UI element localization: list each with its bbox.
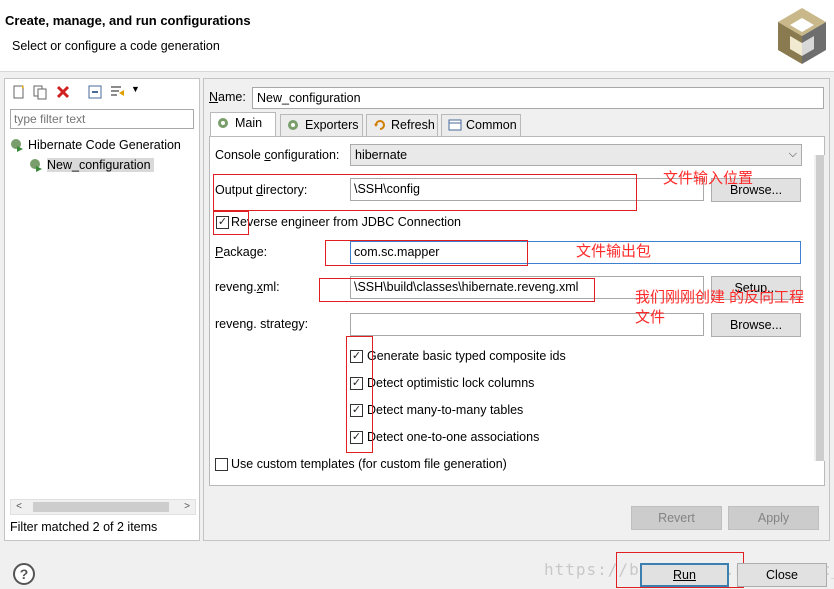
annotation-output-text: 文件输入位置: [663, 170, 754, 187]
tab-refresh[interactable]: Refresh: [366, 114, 438, 136]
collapse-all-icon[interactable]: [87, 84, 103, 100]
optimistic-lock-label: Detect optimistic lock columns: [367, 376, 535, 390]
filter-status-text: Filter matched 2 of 2 items: [10, 520, 158, 534]
chevron-down-icon[interactable]: ⌵: [789, 148, 797, 161]
tab-label: Main: [235, 116, 263, 130]
custom-templates-checkbox[interactable]: [215, 458, 228, 471]
common-icon: [448, 119, 462, 131]
console-config-select[interactable]: hibernate ⌵: [350, 144, 802, 166]
tab-main[interactable]: Main: [210, 112, 276, 136]
annotation-reveng-text-2: 文件: [635, 309, 666, 326]
tab-exporters[interactable]: Exporters: [280, 114, 363, 136]
tree-item-new-configuration[interactable]: New_configuration: [29, 156, 154, 174]
tree-item-label: New_configuration: [47, 158, 154, 172]
refresh-icon: [374, 120, 385, 130]
one-to-one-label: Detect one-to-one associations: [367, 430, 540, 444]
main-config-icon: [218, 118, 228, 128]
annotation-box-package: [325, 240, 528, 266]
hibernate-config-icon: [30, 159, 42, 172]
run-label: Run: [673, 568, 696, 582]
annotation-box-reverse: [213, 211, 249, 235]
view-menu-icon[interactable]: ▼: [131, 84, 140, 94]
tree-item-label: Hibernate Code Generation: [28, 138, 181, 152]
dialog-title: Create, manage, and run configurations: [5, 13, 251, 28]
name-field[interactable]: New_configuration: [252, 87, 824, 109]
dialog-subtitle: Select or configure a code generation: [12, 39, 220, 53]
annotation-box-checkboxes: [346, 336, 373, 453]
hibernate-logo-icon: [778, 8, 826, 64]
custom-templates-label: Use custom templates (for custom file ge…: [231, 457, 507, 471]
composite-ids-label: Generate basic typed composite ids: [367, 349, 566, 363]
annotation-box-output: [213, 174, 637, 211]
scrollbar-thumb[interactable]: [816, 155, 824, 461]
hibernate-run-icon: [11, 139, 23, 152]
annotation-package-text: 文件输出包: [576, 243, 652, 260]
filter-input[interactable]: [10, 109, 194, 129]
tab-label: Refresh: [391, 118, 435, 132]
new-launch-config-icon[interactable]: [11, 84, 27, 100]
help-icon[interactable]: ?: [13, 563, 35, 585]
dialog-header: Create, manage, and run configurations S…: [0, 0, 834, 72]
run-button[interactable]: Run: [640, 563, 729, 587]
package-label: Package:: [215, 245, 268, 259]
strategy-browse-button[interactable]: Browse...: [711, 313, 801, 337]
duplicate-icon[interactable]: [32, 84, 48, 100]
scroll-left-icon[interactable]: <: [11, 500, 27, 514]
console-config-value: hibernate: [355, 148, 408, 162]
apply-button[interactable]: Apply: [728, 506, 819, 530]
horizontal-scrollbar[interactable]: < >: [10, 499, 196, 515]
delete-icon[interactable]: [55, 84, 71, 100]
console-config-label: Console configuration:: [215, 148, 340, 162]
tab-label: Common: [466, 118, 517, 132]
configuration-editor: Name: New_configuration Main Exporters R…: [203, 78, 830, 541]
many-to-many-label: Detect many-to-many tables: [367, 403, 524, 417]
vertical-scrollbar[interactable]: [814, 155, 826, 461]
tab-label: Exporters: [305, 118, 359, 132]
tree-item-hibernate-code-generation[interactable]: Hibernate Code Generation: [10, 136, 181, 154]
name-label: Name:: [209, 90, 246, 104]
annotation-reveng-text-1: 我们刚刚创建 的反向工程: [635, 289, 805, 306]
scrollbar-thumb[interactable]: [33, 502, 169, 512]
close-button[interactable]: Close: [737, 563, 827, 587]
configurations-panel: ▼ Hibernate Code Generation New_configur…: [4, 78, 200, 541]
scroll-right-icon[interactable]: >: [179, 500, 195, 514]
reveng-xml-label: reveng.xml:: [215, 280, 280, 294]
annotation-box-reveng: [319, 278, 595, 302]
reverse-engineer-label: Reverse engineer from JDBC Connection: [231, 215, 461, 229]
exporters-icon: [288, 120, 298, 130]
reveng-strategy-label: reveng. strategy:: [215, 317, 309, 331]
filter-icon[interactable]: [109, 84, 125, 100]
tab-common[interactable]: Common: [441, 114, 521, 136]
revert-button[interactable]: Revert: [631, 506, 722, 530]
